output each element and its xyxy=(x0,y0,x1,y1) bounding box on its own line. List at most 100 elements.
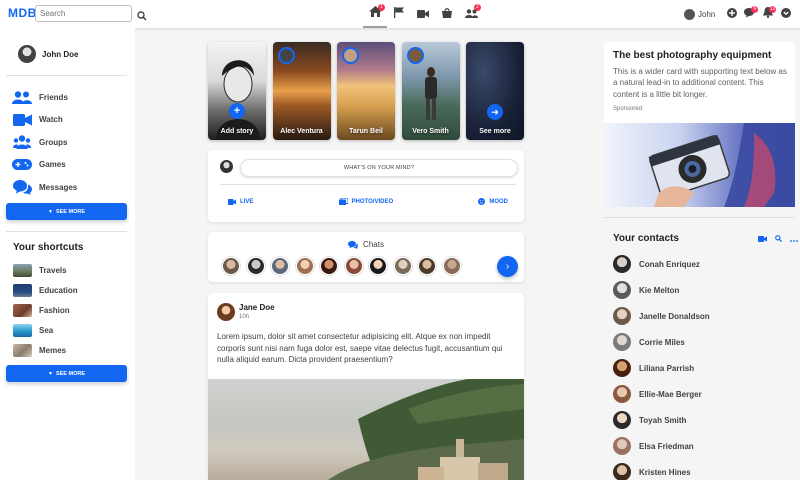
mood-label: MOOD xyxy=(489,198,508,205)
video-icon xyxy=(228,198,236,205)
avatar xyxy=(277,47,295,64)
contact-item[interactable]: Liliana Parrish xyxy=(613,355,710,381)
avatar xyxy=(613,437,631,455)
create-button[interactable] xyxy=(723,0,741,28)
see-more-shortcuts-button[interactable]: ▼ SEE MORE xyxy=(6,365,127,382)
live-label: LIVE xyxy=(240,198,254,205)
sidebar-item-groups[interactable]: Groups xyxy=(12,131,77,154)
nav-groups[interactable]: 2 xyxy=(459,0,483,28)
post-input[interactable]: WHAT'S ON YOUR MIND? xyxy=(240,159,518,177)
sidebar-item-label: Groups xyxy=(39,137,68,147)
avatar xyxy=(613,281,631,299)
photo-video-button[interactable]: PHOTO/VIDEO xyxy=(338,198,394,205)
shortcuts-title: Your shortcuts xyxy=(13,242,84,253)
video-icon xyxy=(417,5,429,23)
contact-item[interactable]: Corrie Miles xyxy=(613,329,710,355)
avatar xyxy=(406,47,424,64)
post-card: Jane Doe 10h Lorem ipsum, dolor sit amet… xyxy=(208,293,524,480)
search-input[interactable] xyxy=(35,5,132,22)
contact-name: Janelle Donaldson xyxy=(639,311,710,321)
contact-item[interactable]: Ellie-Mae Berger xyxy=(613,381,710,407)
promo-text: This is a wider card with supporting tex… xyxy=(613,67,787,99)
chat-avatar[interactable] xyxy=(369,257,387,275)
sidebar-item-messages[interactable]: Messages xyxy=(12,176,77,199)
search-contacts-button[interactable] xyxy=(770,233,786,243)
more-options-button[interactable] xyxy=(786,233,800,243)
chat-avatar[interactable] xyxy=(344,257,363,275)
shortcut-fashion[interactable]: Fashion xyxy=(13,300,78,320)
video-icon xyxy=(12,112,32,128)
arrow-right-icon[interactable]: ➜ xyxy=(487,104,503,120)
contact-name: Kie Melton xyxy=(639,285,680,295)
user-menu[interactable]: John xyxy=(684,8,715,20)
chat-avatar[interactable] xyxy=(246,257,265,275)
contact-item[interactable]: Kristen Hines xyxy=(613,459,710,480)
nav-pages[interactable] xyxy=(387,0,411,28)
video-icon xyxy=(757,229,767,247)
post-author[interactable]: Jane Doe xyxy=(239,303,275,312)
see-more-button[interactable]: ▼ SEE MORE xyxy=(6,203,127,220)
shortcut-thumbnail xyxy=(13,323,32,337)
plus-icon[interactable]: + xyxy=(229,103,245,119)
shortcut-memes[interactable]: Memes xyxy=(13,340,78,360)
chat-avatar[interactable] xyxy=(418,257,436,275)
messenger-button[interactable]: 6 xyxy=(741,0,759,28)
post-time: 10h xyxy=(239,314,250,320)
post-text: Lorem ipsum, dolor sit amet consectetur … xyxy=(217,332,503,364)
profile-link[interactable]: John Doe xyxy=(12,45,78,63)
contact-item[interactable]: Conah Enriquez xyxy=(613,251,710,277)
nav-home[interactable]: 1 xyxy=(363,0,387,28)
notifications-badge: 12 xyxy=(768,6,777,13)
post-image[interactable] xyxy=(208,379,524,480)
shortcut-label: Memes xyxy=(39,345,67,355)
story-vero-smith[interactable]: Vero Smith xyxy=(401,42,460,140)
chat-avatar[interactable] xyxy=(393,257,412,275)
story-alec-ventura[interactable]: Alec Ventura xyxy=(272,42,331,140)
story-see-more[interactable]: ➜ See more xyxy=(466,42,524,140)
shortcut-label: Education xyxy=(39,285,78,295)
chat-avatar[interactable] xyxy=(320,257,338,275)
search-icon[interactable] xyxy=(137,8,147,21)
sidebar-item-games[interactable]: Games xyxy=(12,154,77,177)
sidebar-item-friends[interactable]: Friends xyxy=(12,86,77,109)
shortcut-label: Travels xyxy=(39,265,67,275)
chats-next-button[interactable]: › xyxy=(497,256,518,277)
chevron-right-icon: › xyxy=(505,261,510,272)
shortcut-education[interactable]: Education xyxy=(13,280,78,300)
contact-item[interactable]: Elsa Friedman xyxy=(613,433,710,459)
mood-button[interactable]: MOOD xyxy=(478,198,508,205)
groups-badge: 2 xyxy=(474,4,481,11)
story-tarun-beil[interactable]: Tarun Beil xyxy=(337,42,395,140)
contacts-list: Conah Enriquez Kie Melton Janelle Donald… xyxy=(613,251,710,480)
sidebar-menu: Friends Watch Groups Games Messages xyxy=(12,86,77,199)
sidebar-item-label: Messages xyxy=(39,182,78,192)
avatar[interactable] xyxy=(217,303,235,321)
chat-avatar[interactable] xyxy=(295,257,314,275)
promo-image[interactable] xyxy=(604,123,795,207)
nav-watch[interactable] xyxy=(411,0,435,28)
contact-item[interactable]: Toyah Smith xyxy=(613,407,710,433)
shortcut-sea[interactable]: Sea xyxy=(13,320,78,340)
story-add[interactable]: + Add story xyxy=(208,42,266,140)
nav-marketplace[interactable] xyxy=(435,0,459,28)
contact-item[interactable]: Kie Melton xyxy=(613,277,710,303)
live-button[interactable]: LIVE xyxy=(228,198,253,205)
shortcut-travels[interactable]: Travels xyxy=(13,260,78,280)
chat-avatars xyxy=(222,257,467,275)
sidebar-item-watch[interactable]: Watch xyxy=(12,109,77,132)
account-dropdown[interactable] xyxy=(777,0,795,28)
friends-icon xyxy=(12,89,32,105)
chat-avatar[interactable] xyxy=(271,257,289,275)
chat-avatar[interactable] xyxy=(222,257,240,275)
photo-video-label: PHOTO/VIDEO xyxy=(351,198,394,205)
chat-avatar[interactable] xyxy=(442,257,461,275)
sponsored-card[interactable]: The best photography equipment This is a… xyxy=(604,42,795,207)
notifications-button[interactable]: 12 xyxy=(759,0,777,28)
smile-icon xyxy=(478,198,486,205)
contact-item[interactable]: Janelle Donaldson xyxy=(613,303,710,329)
shortcut-thumbnail xyxy=(13,303,32,317)
video-call-button[interactable] xyxy=(754,233,770,243)
left-sidebar: John Doe Friends Watch Groups Games Mess… xyxy=(0,28,135,480)
photo-icon xyxy=(338,198,348,205)
brand-logo[interactable]: MDB xyxy=(8,6,37,20)
